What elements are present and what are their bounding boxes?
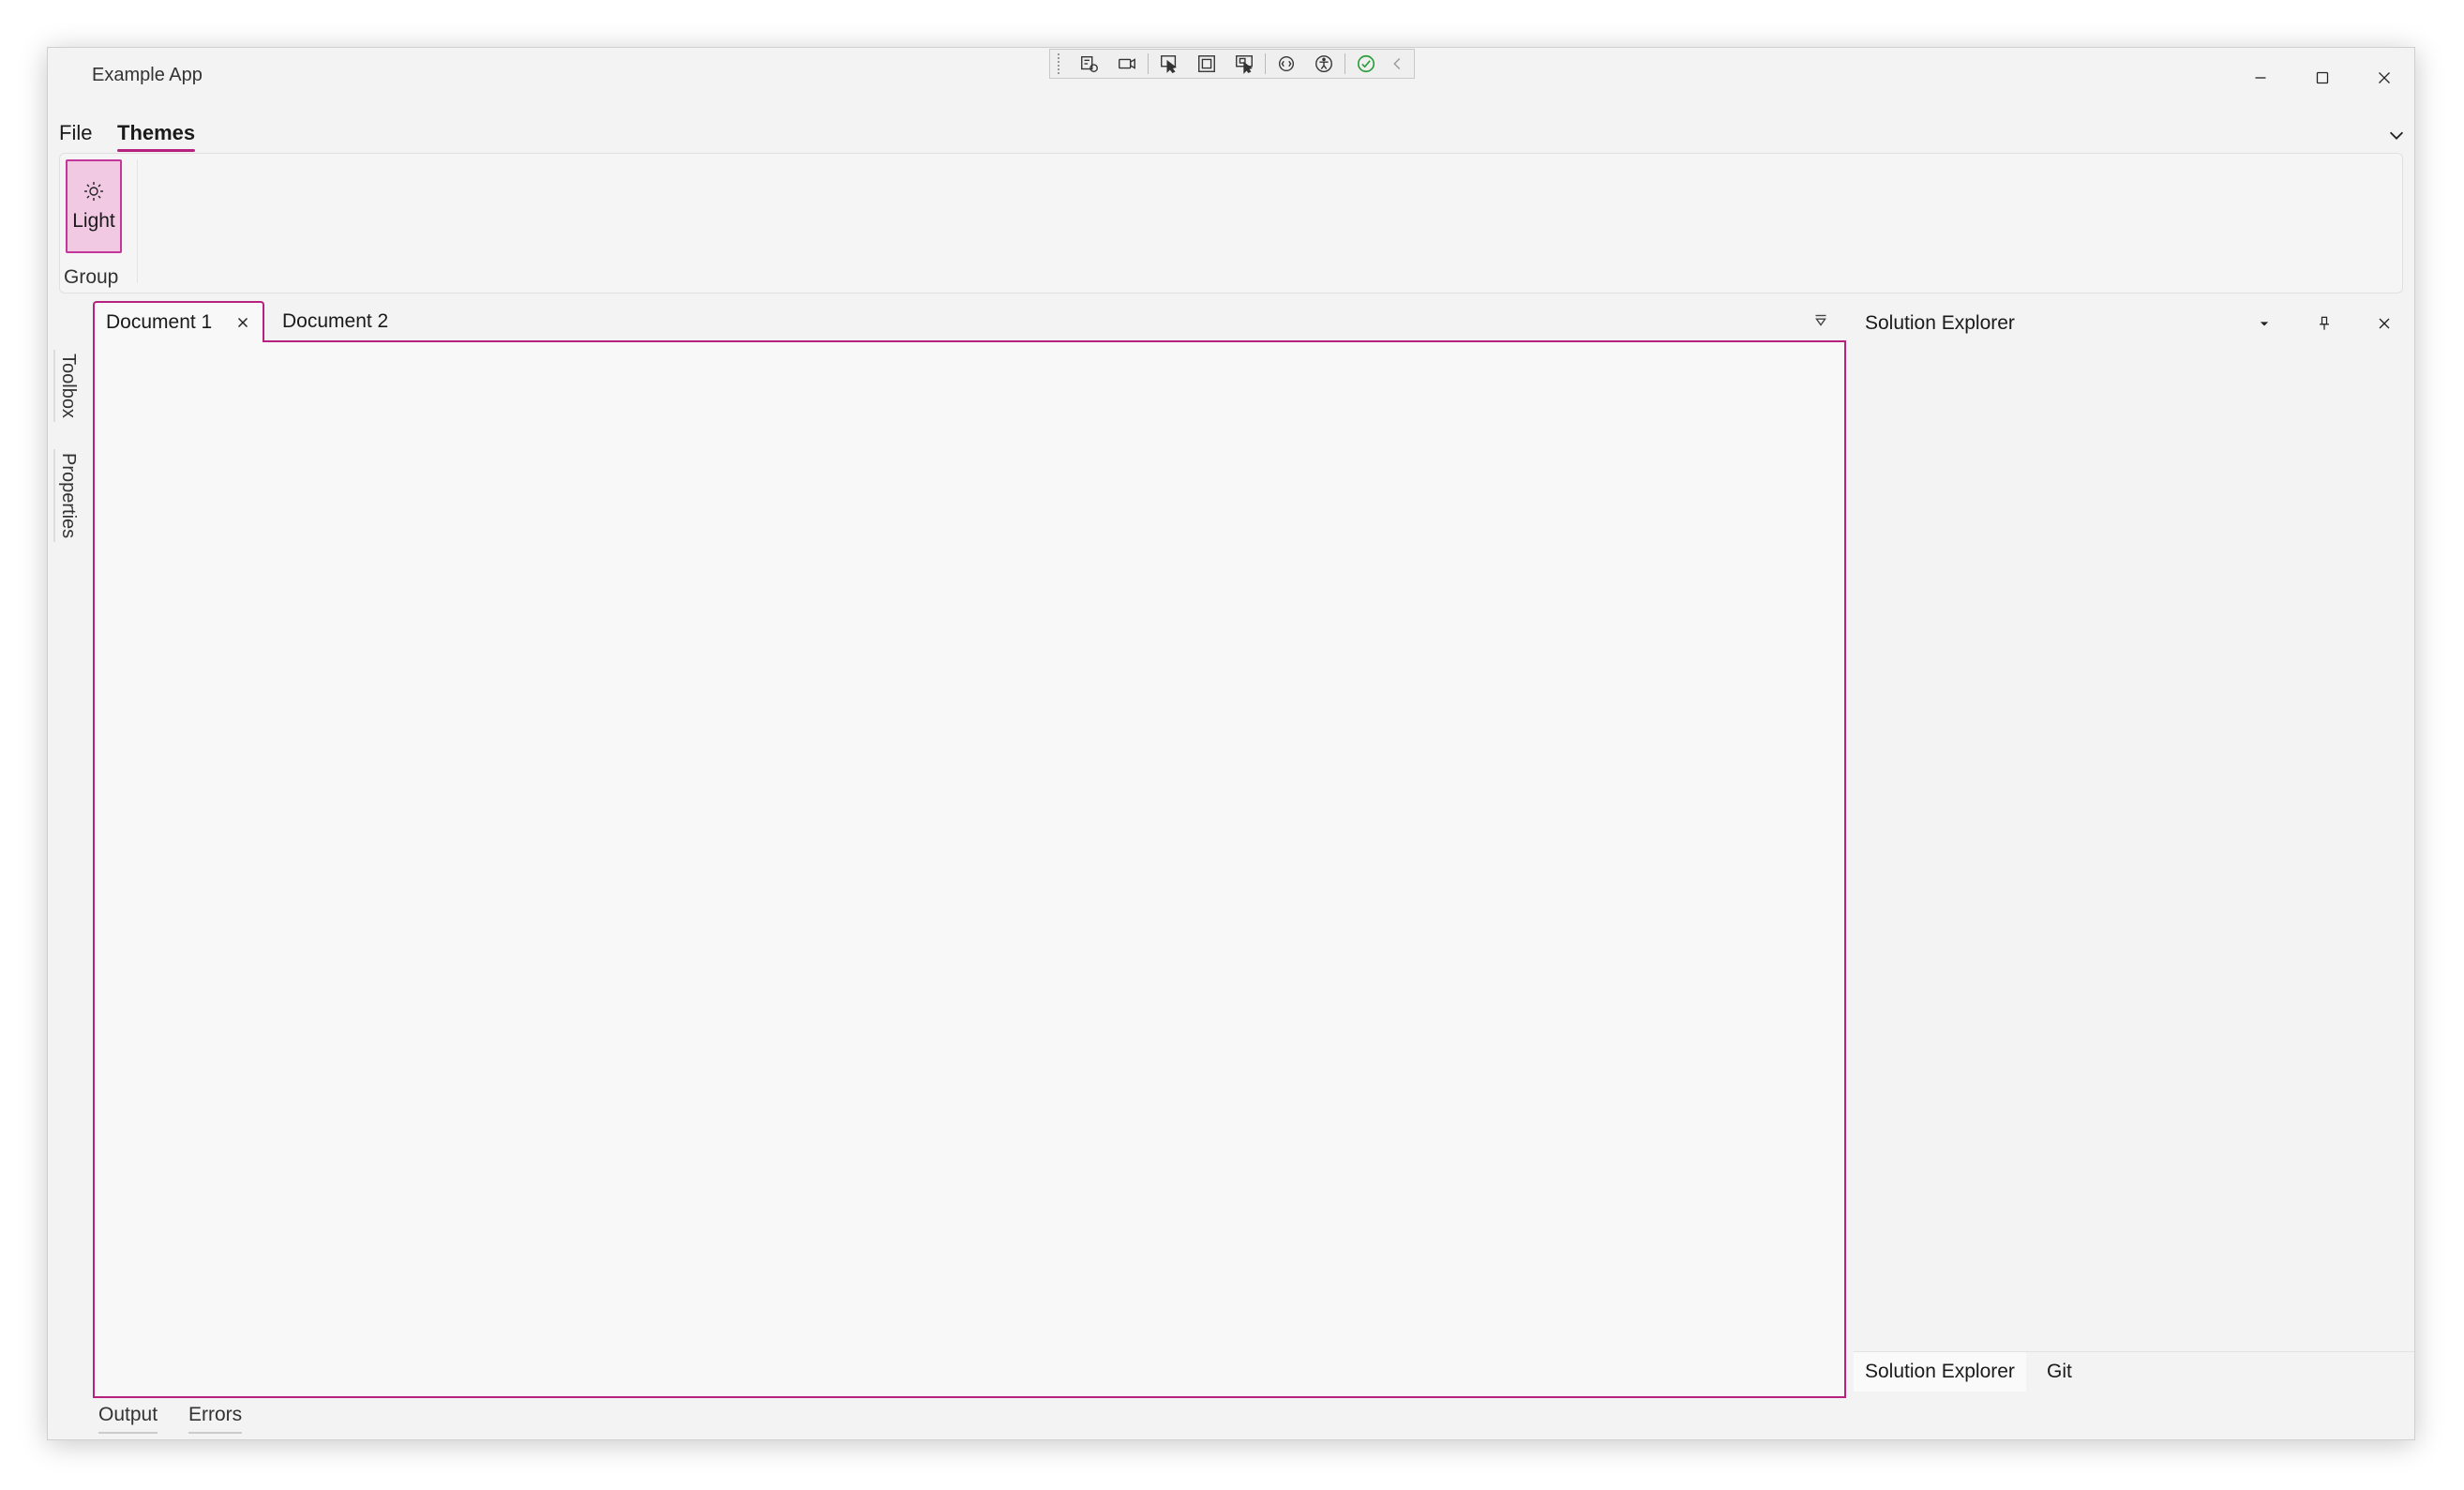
panel-tab-solution-explorer[interactable]: Solution Explorer — [1854, 1352, 2026, 1392]
solution-explorer-panel: Solution Explorer Solution Explorer Git — [1854, 301, 2414, 1406]
ribbon-group-separator — [137, 159, 138, 283]
side-tab-toolbox[interactable]: Toolbox — [53, 350, 81, 422]
dev-toolbar — [1049, 49, 1415, 79]
document-area: Document 1 Document 2 — [93, 299, 1846, 1398]
panel-tab-git[interactable]: Git — [2036, 1352, 2083, 1392]
chevron-down-icon — [2389, 131, 2404, 140]
toolbar-grip[interactable] — [1058, 53, 1065, 74]
maximize-icon — [2316, 71, 2329, 84]
app-window: Example App File Themes Light Group Tool… — [47, 47, 2415, 1440]
live-tree-icon[interactable] — [1071, 51, 1108, 77]
ribbon-group-label: Group — [64, 266, 119, 288]
menu-file[interactable]: File — [59, 117, 92, 149]
panel-menu-button[interactable] — [2251, 310, 2277, 337]
title-bar[interactable]: Example App — [48, 48, 2414, 104]
binding-failures-icon[interactable] — [1268, 51, 1305, 77]
accessibility-icon[interactable] — [1305, 51, 1343, 77]
caret-down-icon — [2260, 322, 2269, 326]
document-content[interactable] — [93, 340, 1846, 1398]
panel-pin-button[interactable] — [2311, 310, 2337, 337]
panel-tab-strip: Solution Explorer Git — [1854, 1351, 2414, 1393]
checkmark-icon[interactable] — [1347, 51, 1385, 77]
tab-label: Document 2 — [282, 310, 389, 332]
record-icon[interactable] — [1108, 51, 1146, 77]
left-dock-strip: Toolbox Properties — [48, 303, 89, 1428]
toolbar-separator — [1148, 53, 1149, 74]
close-button[interactable] — [2354, 57, 2414, 98]
panel-close-button[interactable] — [2371, 310, 2397, 337]
bottom-tab-output[interactable]: Output — [98, 1404, 158, 1434]
tab-overflow-icon[interactable] — [1810, 310, 1831, 331]
toolbar-separator — [1265, 53, 1266, 74]
ribbon-menu-bar: File Themes — [48, 113, 2414, 155]
tab-document-1[interactable]: Document 1 — [93, 301, 265, 342]
window-title: Example App — [92, 65, 203, 85]
display-layout-adorners-icon[interactable] — [1188, 51, 1225, 77]
light-theme-button[interactable]: Light — [66, 159, 122, 253]
tab-label: Document 1 — [106, 311, 213, 333]
panel-content[interactable] — [1854, 346, 2414, 1351]
panel-title: Solution Explorer — [1865, 312, 2015, 334]
tab-close-icon[interactable] — [234, 314, 251, 331]
close-icon — [2379, 72, 2390, 83]
close-icon — [2379, 318, 2390, 329]
track-focus-icon[interactable] — [1225, 51, 1263, 77]
bottom-tab-errors[interactable]: Errors — [188, 1404, 243, 1434]
minimize-button[interactable] — [2231, 57, 2291, 98]
panel-header: Solution Explorer — [1854, 301, 2414, 346]
maximize-button[interactable] — [2292, 57, 2352, 98]
pin-icon — [2320, 316, 2329, 330]
select-element-icon[interactable] — [1150, 51, 1188, 77]
tab-document-2[interactable]: Document 2 — [271, 301, 399, 342]
document-tab-strip: Document 1 Document 2 — [93, 299, 1846, 342]
collapse-chevron-icon[interactable] — [1385, 51, 1409, 77]
sun-icon — [84, 182, 103, 201]
minimize-icon — [2255, 77, 2266, 79]
side-tab-properties[interactable]: Properties — [53, 449, 81, 543]
light-theme-label: Light — [72, 210, 115, 232]
ribbon-panel: Light Group — [59, 153, 2403, 293]
ribbon-collapse-button[interactable] — [2382, 121, 2411, 149]
menu-themes[interactable]: Themes — [117, 117, 196, 152]
